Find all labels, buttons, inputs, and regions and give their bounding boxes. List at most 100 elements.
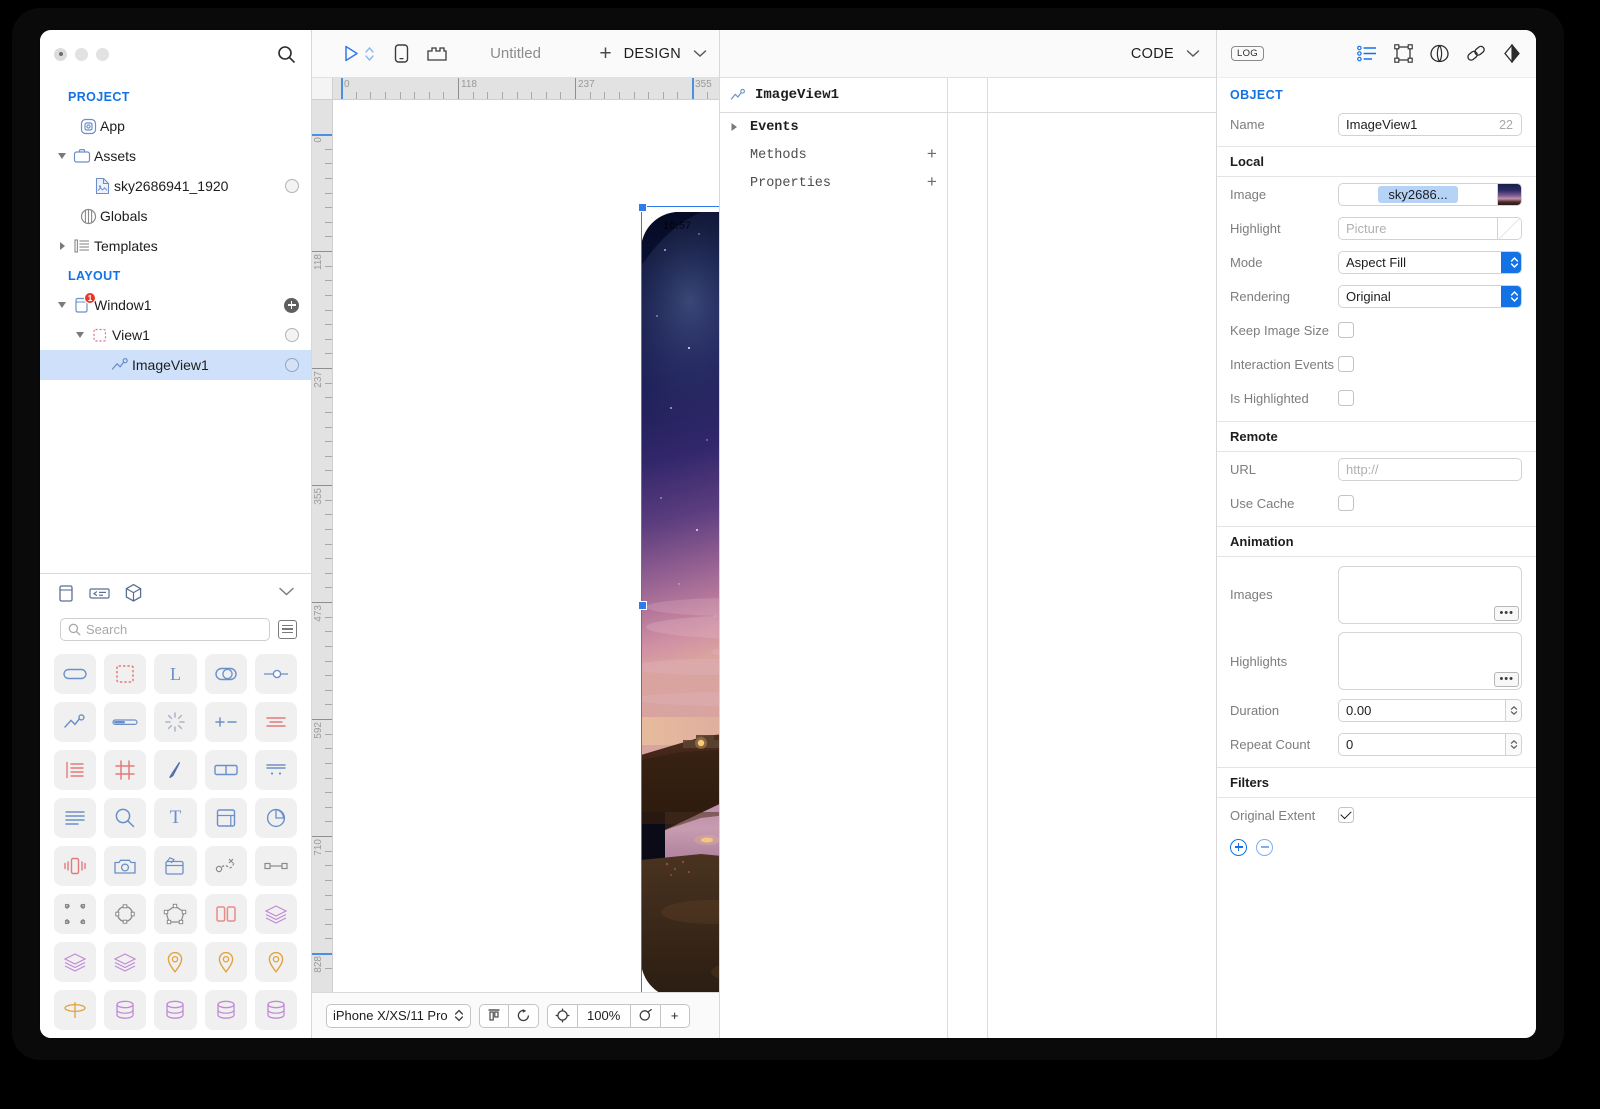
library-item-collection-view[interactable] (104, 750, 147, 790)
keep-image-size-checkbox[interactable] (1338, 322, 1354, 338)
phone-icon[interactable] (393, 43, 410, 64)
highlight-field[interactable]: Picture (1338, 216, 1498, 240)
disclosure-triangle-window1[interactable] (54, 302, 70, 308)
library-item-container-view[interactable] (104, 654, 147, 694)
imageview1-radio-toggle[interactable] (285, 358, 299, 372)
library-item-node-link[interactable] (254, 846, 297, 886)
library-item-layer-stack-1[interactable] (254, 894, 297, 934)
library-item-database-3[interactable] (204, 990, 247, 1030)
repeat-count-value[interactable]: 0 (1338, 732, 1506, 756)
library-item-layer-stack-3[interactable] (104, 942, 147, 982)
duration-stepper-arrows[interactable] (1506, 698, 1522, 722)
search-input-wrapper[interactable] (60, 617, 270, 641)
code-row-methods[interactable]: Methods + (720, 141, 947, 169)
library-item-text-field[interactable]: T (154, 798, 197, 838)
device-select[interactable]: iPhone X/XS/11 Pro (326, 1003, 471, 1028)
library-item-image-view[interactable] (54, 702, 97, 742)
animation-images-list[interactable]: ••• (1338, 565, 1522, 624)
library-item-button[interactable] (54, 654, 97, 694)
play-icon[interactable] (342, 44, 360, 63)
library-item-motion-sensor[interactable] (204, 846, 247, 886)
sidebar-item-app[interactable]: App (40, 111, 311, 141)
device-preview[interactable]: 10:57 (641, 212, 719, 992)
is-highlighted-checkbox[interactable] (1338, 390, 1354, 406)
tab-views[interactable] (58, 584, 75, 603)
sidebar-item-imageview1[interactable]: ImageView1 (40, 350, 311, 380)
name-field[interactable]: ImageView1 22 (1338, 113, 1522, 136)
tab-objects-3d[interactable] (124, 583, 143, 603)
add-filter-button[interactable] (1230, 838, 1247, 856)
sidebar-item-templates[interactable]: Templates (40, 231, 311, 261)
properties-list-icon[interactable] (1357, 45, 1378, 62)
code-editor-column[interactable] (988, 78, 1216, 1038)
library-item-card-view[interactable] (204, 798, 247, 838)
add-property-button[interactable]: + (927, 175, 937, 192)
animation-highlights-more-button[interactable]: ••• (1494, 672, 1519, 687)
design-mode-label[interactable]: DESIGN (624, 46, 681, 62)
add-method-button[interactable]: + (927, 147, 937, 164)
library-item-text-view[interactable] (54, 798, 97, 838)
center-target-icon[interactable] (546, 1003, 578, 1028)
mirror-icon[interactable] (1502, 44, 1522, 63)
chevron-down-icon[interactable] (1186, 49, 1200, 58)
image-field[interactable]: sky2686... (1338, 182, 1498, 206)
sidebar-item-sky-asset[interactable]: sky2686941_1920 (40, 171, 311, 201)
align-top-icon[interactable] (478, 1003, 509, 1028)
remove-filter-button[interactable] (1256, 838, 1273, 856)
repeat-count-stepper[interactable]: 0 (1338, 732, 1522, 756)
library-item-progress-bar[interactable] (104, 702, 147, 742)
library-item-anchor-circle[interactable] (104, 894, 147, 934)
library-item-polygon-nodes[interactable] (154, 894, 197, 934)
view1-radio-toggle[interactable] (285, 328, 299, 342)
code-mode-label[interactable]: CODE (1131, 46, 1174, 62)
library-item-chart-view[interactable] (254, 798, 297, 838)
image-thumbnail[interactable] (1498, 182, 1522, 206)
log-button[interactable]: LOG (1231, 46, 1264, 61)
library-item-table-view[interactable] (54, 750, 97, 790)
duration-value[interactable]: 0.00 (1338, 698, 1506, 722)
disclosure-triangle-view1[interactable] (72, 332, 88, 338)
repeat-count-stepper-arrows[interactable] (1506, 732, 1522, 756)
library-item-database-4[interactable] (254, 990, 297, 1030)
add-window-button[interactable] (284, 297, 299, 313)
library-item-bounding-box[interactable] (54, 894, 97, 934)
sidebar-item-view1[interactable]: View1 (40, 320, 311, 350)
duration-stepper[interactable]: 0.00 (1338, 698, 1522, 722)
mode-select[interactable]: Aspect Fill (1338, 250, 1522, 274)
library-item-switch[interactable] (204, 654, 247, 694)
disclosure-triangle-events[interactable] (730, 122, 750, 132)
link-icon[interactable] (1466, 44, 1486, 63)
original-extent-checkbox[interactable] (1338, 807, 1354, 823)
rotate-icon[interactable] (507, 1003, 539, 1028)
chevron-down-icon[interactable] (693, 49, 707, 58)
library-item-map-pin-2[interactable] (204, 942, 247, 982)
search-icon[interactable] (275, 43, 297, 65)
close-button[interactable] (54, 47, 67, 61)
layout-blocks-icon[interactable] (426, 44, 448, 63)
library-item-picker-view[interactable] (254, 750, 297, 790)
library-item-segmented-control[interactable] (254, 702, 297, 742)
library-item-map-pin-1[interactable] (154, 942, 197, 982)
library-item-web-view[interactable] (154, 750, 197, 790)
library-item-vibration[interactable] (54, 846, 97, 886)
code-row-events[interactable]: Events (720, 113, 947, 141)
library-item-label[interactable]: L (154, 654, 197, 694)
library-item-stepper[interactable] (204, 702, 247, 742)
rendering-select[interactable]: Original (1338, 284, 1522, 308)
animation-highlights-list[interactable]: ••• (1338, 632, 1522, 690)
sidebar-item-assets[interactable]: Assets (40, 141, 311, 171)
library-item-dual-pane[interactable] (204, 894, 247, 934)
disclosure-triangle-assets[interactable] (54, 153, 70, 159)
library-item-map-pin-3[interactable] (254, 942, 297, 982)
library-item-database-1[interactable] (104, 990, 147, 1030)
zoom-out-icon[interactable] (629, 1003, 661, 1028)
sidebar-item-globals[interactable]: Globals (40, 201, 311, 231)
use-cache-checkbox[interactable] (1338, 495, 1354, 511)
interaction-events-checkbox[interactable] (1338, 356, 1354, 372)
library-item-activity-indicator[interactable] (154, 702, 197, 742)
library-item-layer-stack-2[interactable] (54, 942, 97, 982)
canvas-area[interactable]: 0 118 237 355 0 118 237 355 473 592 710 828 (312, 78, 719, 992)
highlight-thumbnail[interactable] (1498, 216, 1522, 240)
animation-images-more-button[interactable]: ••• (1494, 605, 1519, 621)
chevron-down-icon[interactable] (278, 584, 295, 602)
